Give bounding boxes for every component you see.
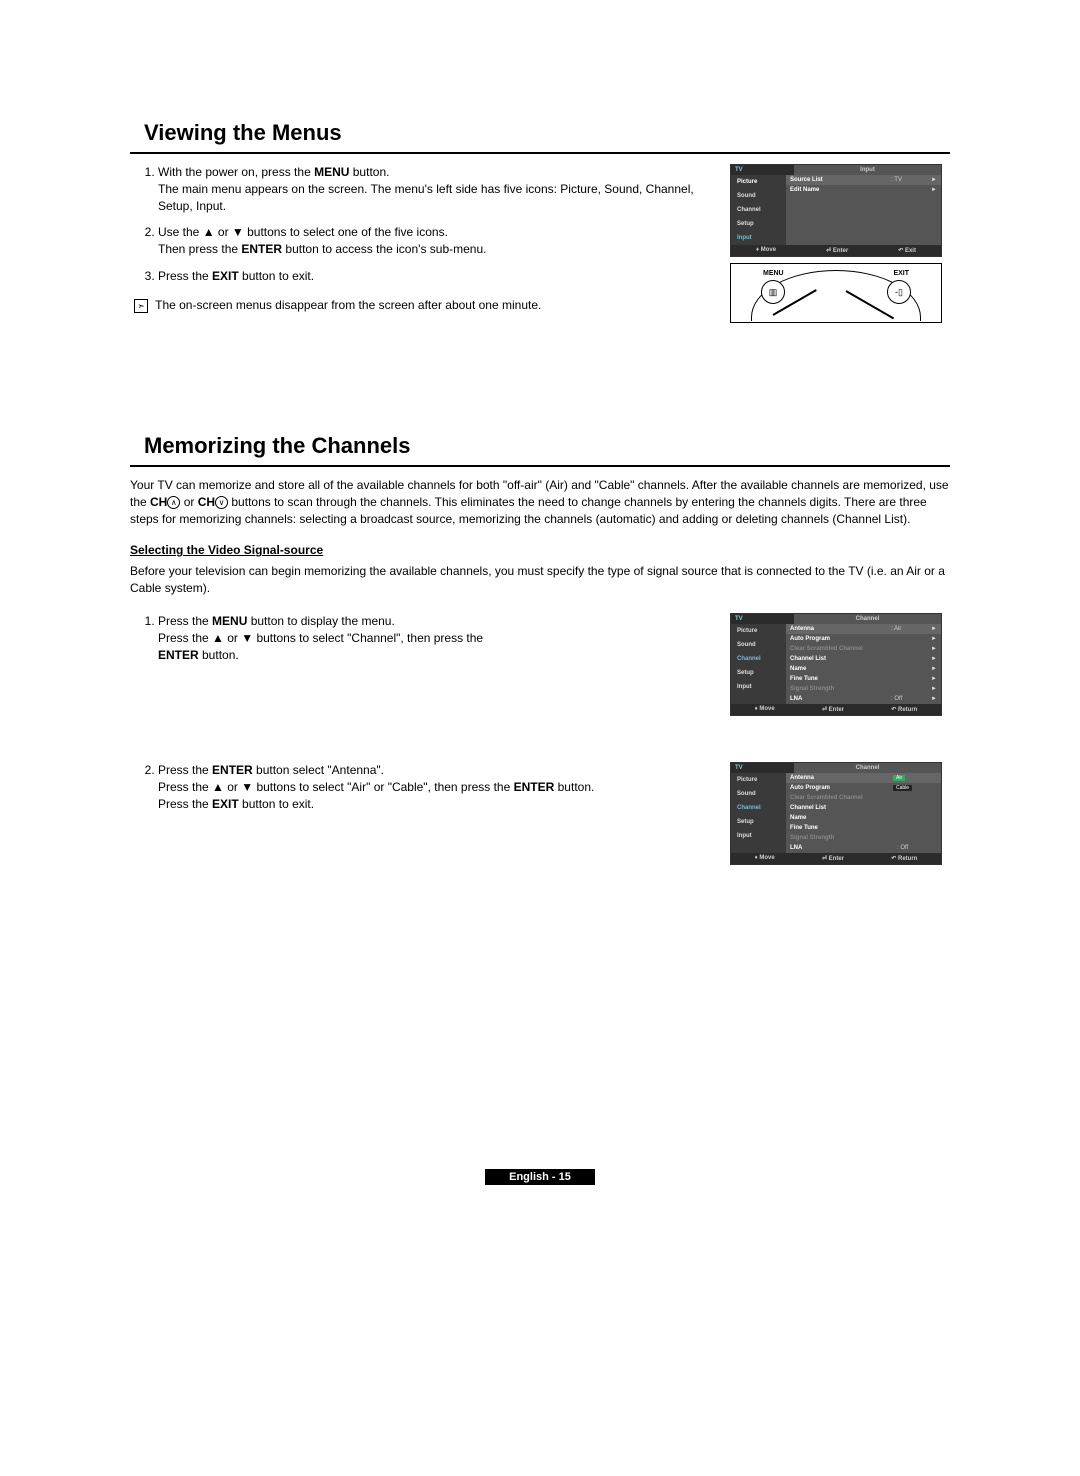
viewing-steps: With the power on, press the MENU button…	[130, 164, 718, 285]
osd-foot-exit: ↶ Exit	[898, 247, 916, 254]
section1-title: Viewing the Menus	[144, 120, 950, 146]
remote-illustration: MENU ▥ EXIT -▯	[730, 263, 942, 323]
popup-air: Air	[893, 775, 905, 781]
osd-side-channel: Channel	[731, 203, 786, 217]
tip: ➣ The on-screen menus disappear from the…	[134, 297, 718, 314]
osd-foot-move: ♦ Move	[756, 247, 776, 254]
before-text: Before your television can begin memoriz…	[130, 563, 950, 597]
section2-title: Memorizing the Channels	[144, 433, 950, 459]
osd-side-sound: Sound	[731, 189, 786, 203]
ch-down-icon: ∨	[215, 496, 228, 509]
remote-menu-button: ▥	[761, 280, 785, 304]
remote-exit-label: EXIT	[893, 270, 909, 277]
mem-step-1: Press the MENU button to display the men…	[158, 613, 718, 663]
popup-cable: Cable	[893, 785, 912, 791]
divider	[130, 465, 950, 467]
remote-menu-label: MENU	[763, 270, 784, 277]
sub-heading: Selecting the Video Signal-source	[130, 543, 950, 557]
remote-exit-button: -▯	[887, 280, 911, 304]
osd-channel-menu-2: TV Channel Picture Sound Channel Setup I…	[730, 762, 942, 865]
step-2: Use the ▲ or ▼ buttons to select one of …	[158, 224, 718, 258]
osd-channel-menu-1: TV Channel Picture Sound Channel Setup I…	[730, 613, 942, 716]
intro-text: Your TV can memorize and store all of th…	[130, 477, 950, 527]
osd-title-left: TV	[731, 165, 794, 175]
osd-side-picture: Picture	[731, 175, 786, 189]
ch-up-icon: ∧	[167, 496, 180, 509]
osd-title-right: Input	[794, 165, 941, 175]
page-footer: English - 15	[130, 1171, 950, 1183]
osd-side-setup: Setup	[731, 217, 786, 231]
osd-input-menu: TV Input Picture Sound Channel Setup Inp…	[730, 164, 942, 257]
tip-icon: ➣	[134, 299, 148, 313]
step-3: Press the EXIT button to exit.	[158, 268, 718, 285]
osd-foot-enter: ⏎ Enter	[826, 247, 848, 254]
step-1: With the power on, press the MENU button…	[158, 164, 718, 214]
divider	[130, 152, 950, 154]
mem-step-2: Press the ENTER button select "Antenna".…	[158, 762, 718, 812]
osd-side-input: Input	[731, 231, 786, 245]
